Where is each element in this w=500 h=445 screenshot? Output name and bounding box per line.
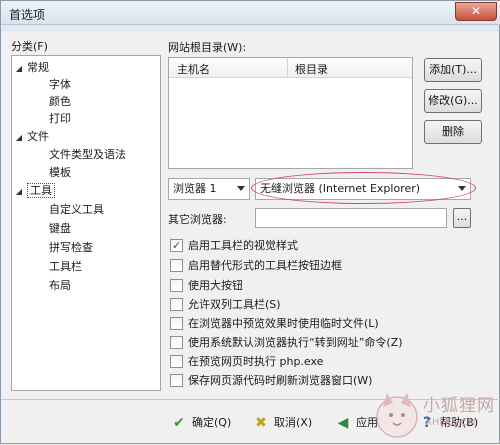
checkbox[interactable] xyxy=(170,316,183,330)
browse-button[interactable]: ... xyxy=(453,208,471,228)
checkbox[interactable] xyxy=(170,278,183,292)
option-refresh-on-save[interactable]: 保存网页源代码时刷新浏览器窗口(W) xyxy=(170,373,372,391)
tree-item-file-types[interactable]: 文件类型及语法 xyxy=(49,146,126,163)
checkbox-checked[interactable]: ✓ xyxy=(170,238,183,252)
close-button[interactable]: ✕ xyxy=(455,2,497,21)
tree-item-print[interactable]: 打印 xyxy=(49,110,71,127)
option-double-toolbar[interactable]: 允许双列工具栏(S) xyxy=(170,297,281,315)
tree-item-templates[interactable]: 模板 xyxy=(49,164,71,181)
tree-item-color[interactable]: 颜色 xyxy=(49,93,71,110)
expanded-triangle-icon[interactable]: ◢ xyxy=(14,129,24,146)
checkbox[interactable] xyxy=(170,297,183,311)
checkbox[interactable] xyxy=(170,373,183,387)
watermark: 小狐狸网 XHLKS.CN xyxy=(373,385,500,445)
tree-item-font[interactable]: 字体 xyxy=(49,76,71,93)
column-host[interactable]: 主机名 xyxy=(177,61,210,77)
checkmark-icon: ✔ xyxy=(173,415,185,431)
tree-item-keyboard[interactable]: 键盘 xyxy=(49,220,71,237)
x-icon: ✖ xyxy=(255,415,267,431)
column-root[interactable]: 根目录 xyxy=(295,61,328,77)
watermark-url: XHLKS.CN xyxy=(425,417,476,428)
checkbox[interactable] xyxy=(170,258,183,272)
expanded-triangle-icon[interactable]: ◢ xyxy=(14,183,24,200)
category-tree[interactable]: ◢ 常规 字体 颜色 打印 ◢ 文件 文件类型及语法 模板 ◢ 工具 自定义工具 键盘… xyxy=(11,55,161,391)
category-label: 分类(F) xyxy=(11,40,48,53)
tree-item-toolbar[interactable]: 工具栏 xyxy=(49,258,82,275)
other-browser-input[interactable] xyxy=(255,208,447,228)
chevron-down-icon xyxy=(237,186,245,191)
option-temp-file[interactable]: 在浏览器中预览效果时使用临时文件(L) xyxy=(170,316,379,334)
list-header: 主机名 根目录 xyxy=(169,58,412,78)
tree-item-spellcheck[interactable]: 拼写检查 xyxy=(49,239,93,256)
option-run-php[interactable]: 在预览网页时执行 php.exe xyxy=(170,354,323,372)
browser-number-value: 浏览器 1 xyxy=(173,182,217,195)
highlight-ellipse xyxy=(251,172,476,204)
tree-item-custom-tools[interactable]: 自定义工具 xyxy=(49,201,104,218)
window-title: 首选项 xyxy=(9,8,46,22)
ok-button[interactable]: ✔ 确定(Q) xyxy=(171,411,231,435)
watermark-text: 小狐狸网 xyxy=(423,396,495,416)
option-visual-style[interactable]: ✓ 启用工具栏的视觉样式 xyxy=(170,238,298,256)
expanded-triangle-icon[interactable]: ◢ xyxy=(14,60,24,77)
tree-item-tools[interactable]: ◢ 工具 xyxy=(14,182,55,199)
option-alt-border[interactable]: 启用替代形式的工具栏按钮边框 xyxy=(170,258,342,276)
browser-number-select[interactable]: 浏览器 1 xyxy=(168,178,250,200)
other-browser-label: 其它浏览器: xyxy=(168,213,227,226)
tree-item-layout[interactable]: 布局 xyxy=(49,277,71,294)
arrow-left-icon: ◀ xyxy=(337,415,349,431)
edit-button[interactable]: 修改(G)... xyxy=(424,89,482,113)
fox-logo-icon xyxy=(376,393,418,438)
site-root-list[interactable]: 主机名 根目录 xyxy=(168,57,413,169)
option-default-browser[interactable]: 使用系统默认浏览器执行“转到网址”命令(Z) xyxy=(170,335,403,353)
column-separator[interactable] xyxy=(287,58,288,78)
option-large-buttons[interactable]: 使用大按钮 xyxy=(170,278,243,296)
checkbox[interactable] xyxy=(170,354,183,368)
preferences-window: 首选项 ✕ 分类(F) ◢ 常规 字体 颜色 打印 ◢ 文件 文件类型及语法 模板 … xyxy=(0,0,500,444)
add-button[interactable]: 添加(T)... xyxy=(424,58,482,82)
site-root-label: 网站根目录(W): xyxy=(168,41,247,54)
delete-button[interactable]: 删除 xyxy=(424,120,482,144)
title-bar[interactable]: 首选项 ✕ xyxy=(1,1,500,25)
checkbox[interactable] xyxy=(170,335,183,349)
tree-item-file[interactable]: ◢ 文件 xyxy=(14,128,49,145)
tree-item-general[interactable]: ◢ 常规 xyxy=(14,59,49,76)
cancel-button[interactable]: ✖ 取消(X) xyxy=(253,411,312,435)
